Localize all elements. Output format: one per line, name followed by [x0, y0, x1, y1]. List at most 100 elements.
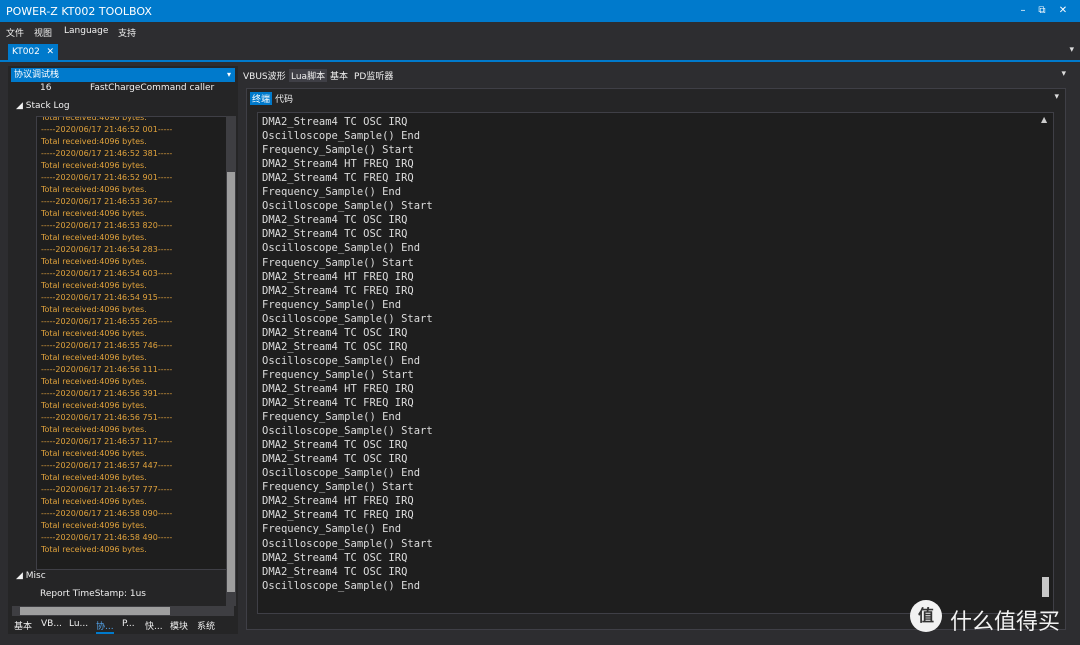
log-line: -----2020/06/17 21:46:57 777-----: [41, 485, 173, 494]
app-title: POWER-Z KT002 TOOLBOX: [6, 5, 152, 18]
tab-code[interactable]: 代码: [275, 92, 293, 105]
console-line: Oscilloscope_Sample() Start: [262, 200, 433, 213]
console-line: DMA2_Stream4 TC OSC IRQ: [262, 326, 408, 339]
log-line: -----2020/06/17 21:46:52 381-----: [41, 149, 173, 158]
close-tab-icon[interactable]: ✕: [46, 44, 54, 60]
watermark-logo-icon: 值: [910, 600, 942, 632]
log-line: Total received:4096 bytes.: [41, 116, 147, 122]
console-line: DMA2_Stream4 TC OSC IRQ: [262, 551, 408, 564]
log-line: Total received:4096 bytes.: [41, 233, 147, 242]
tab-lua-script[interactable]: Lua脚本: [289, 69, 328, 82]
panel-menu-icon[interactable]: ▾: [1061, 69, 1066, 79]
protocol-stack-dropdown[interactable]: 协议调试栈 ▾: [11, 68, 235, 82]
console-line: DMA2_Stream4 TC OSC IRQ: [262, 340, 408, 353]
tab-vbus[interactable]: VB...: [41, 619, 62, 629]
tab-basic-right[interactable]: 基本: [330, 69, 348, 82]
log-line: Total received:4096 bytes.: [41, 473, 147, 482]
tab-kt002[interactable]: KT002 ✕: [8, 44, 58, 60]
watermark: 值 什么值得买: [910, 600, 1070, 635]
tab-fastcharge[interactable]: 快...: [145, 619, 163, 632]
scroll-thumb[interactable]: [1042, 577, 1049, 597]
report-timestamp: Report TimeStamp: 1us: [40, 589, 146, 599]
console-line: DMA2_Stream4 TC FREQ IRQ: [262, 397, 414, 409]
menu-view[interactable]: 视图: [34, 26, 52, 39]
console-line: DMA2_Stream4 HT FREQ IRQ: [262, 495, 414, 508]
console-line: Frequency_Sample() Start: [262, 256, 414, 269]
log-line: Total received:4096 bytes.: [41, 209, 147, 218]
tab-vbus-waveform[interactable]: VBUS波形: [243, 69, 286, 82]
close-button[interactable]: ✕: [1054, 4, 1072, 18]
left-horizontal-scrollbar[interactable]: [12, 606, 234, 616]
console-line: Frequency_Sample() End: [262, 186, 402, 199]
console-line: DMA2_Stream4 TC OSC IRQ: [262, 116, 408, 128]
tab-lua[interactable]: Lu...: [69, 619, 88, 629]
terminal-output[interactable]: ▲ DMA2_Stream4 TC OSC IRQ Oscilloscope_Sa…: [257, 112, 1054, 614]
left-vertical-scrollbar[interactable]: [226, 116, 236, 606]
tab-system[interactable]: 系统: [197, 619, 215, 632]
log-line: Total received:4096 bytes.: [41, 545, 147, 554]
row-index: 16: [40, 83, 52, 93]
log-line: -----2020/06/17 21:46:52 001-----: [41, 125, 173, 134]
tab-basic[interactable]: 基本: [14, 619, 32, 632]
stack-log-header[interactable]: ◢ Stack Log: [16, 101, 70, 111]
scroll-up-icon[interactable]: ▲: [1041, 115, 1047, 124]
log-line: Total received:4096 bytes.: [41, 449, 147, 458]
console-line: Frequency_Sample() End: [262, 523, 402, 536]
scroll-thumb[interactable]: [20, 607, 170, 615]
minimize-button[interactable]: –: [1014, 4, 1032, 18]
console-line: Frequency_Sample() Start: [262, 368, 414, 381]
console-line: Frequency_Sample() Start: [262, 144, 414, 157]
console-line: DMA2_Stream4 TC FREQ IRQ: [262, 509, 414, 522]
property-row: 16 FastChargeCommand caller: [40, 83, 214, 93]
menu-bar: 文件 视图 Language 支持: [0, 22, 1080, 42]
menu-file[interactable]: 文件: [6, 26, 24, 39]
right-panel: VBUS波形 Lua脚本 基本 PD监听器 ▾ 终端 代码 ▾ ▲ DMA2_S…: [240, 66, 1072, 634]
log-line: -----2020/06/17 21:46:57 447-----: [41, 461, 173, 470]
misc-header[interactable]: ◢ Misc: [16, 571, 46, 581]
tab-pd[interactable]: P...: [122, 619, 135, 629]
log-line: -----2020/06/17 21:46:53 820-----: [41, 221, 173, 230]
lua-script-panel: 终端 代码 ▾ ▲ DMA2_Stream4 TC OSC IRQ Oscillo…: [246, 88, 1066, 630]
tab-module[interactable]: 模块: [170, 619, 188, 632]
tab-terminal[interactable]: 终端: [250, 92, 273, 105]
menu-language[interactable]: Language: [64, 26, 108, 36]
console-line: Oscilloscope_Sample() End: [262, 579, 421, 592]
restore-button[interactable]: ⧉: [1033, 4, 1051, 18]
console-line: Oscilloscope_Sample() Start: [262, 312, 433, 325]
log-line: Total received:4096 bytes.: [41, 281, 147, 290]
log-line: -----2020/06/17 21:46:54 603-----: [41, 269, 173, 278]
subpanel-menu-icon[interactable]: ▾: [1054, 92, 1059, 102]
console-line: Oscilloscope_Sample() End: [262, 130, 421, 143]
log-line: Total received:4096 bytes.: [41, 425, 147, 434]
terminal-scrollbar[interactable]: ▲: [1041, 115, 1051, 609]
log-line: Total received:4096 bytes.: [41, 257, 147, 266]
tab-kt002-label: KT002: [12, 47, 40, 57]
log-line: -----2020/06/17 21:46:56 751-----: [41, 413, 173, 422]
console-line: DMA2_Stream4 TC FREQ IRQ: [262, 172, 414, 185]
log-line: -----2020/06/17 21:46:56 391-----: [41, 389, 173, 398]
tab-list-menu-icon[interactable]: ▾: [1069, 45, 1074, 55]
tab-protocol[interactable]: 协...: [96, 619, 114, 634]
console-line: DMA2_Stream4 TC OSC IRQ: [262, 228, 408, 241]
log-line: Total received:4096 bytes.: [41, 137, 147, 146]
log-line: -----2020/06/17 21:46:53 367-----: [41, 197, 173, 206]
console-line: Frequency_Sample() End: [262, 298, 402, 311]
tab-pd-listener[interactable]: PD监听器: [354, 69, 393, 82]
log-line: -----2020/06/17 21:46:54 915-----: [41, 293, 173, 302]
dropdown-label: 协议调试栈: [14, 70, 60, 80]
console-line: Frequency_Sample() Start: [262, 481, 414, 494]
scroll-thumb[interactable]: [227, 172, 235, 592]
left-panel: 协议调试栈 ▾ 16 FastChargeCommand caller ◢ St…: [8, 66, 238, 634]
log-line: Total received:4096 bytes.: [41, 521, 147, 530]
menu-support[interactable]: 支持: [118, 26, 136, 39]
console-line: DMA2_Stream4 HT FREQ IRQ: [262, 382, 414, 395]
stack-log-box[interactable]: Total received:4096 bytes. -----2020/06/1…: [36, 116, 227, 570]
log-line: -----2020/06/17 21:46:58 090-----: [41, 509, 173, 518]
console-line: DMA2_Stream4 HT FREQ IRQ: [262, 270, 414, 283]
console-line: DMA2_Stream4 TC FREQ IRQ: [262, 284, 414, 297]
title-bar: POWER-Z KT002 TOOLBOX – ⧉ ✕: [0, 0, 1080, 22]
log-line: Total received:4096 bytes.: [41, 161, 147, 170]
log-line: -----2020/06/17 21:46:54 283-----: [41, 245, 173, 254]
console-line: DMA2_Stream4 HT FREQ IRQ: [262, 158, 414, 171]
log-line: -----2020/06/17 21:46:55 265-----: [41, 317, 173, 326]
